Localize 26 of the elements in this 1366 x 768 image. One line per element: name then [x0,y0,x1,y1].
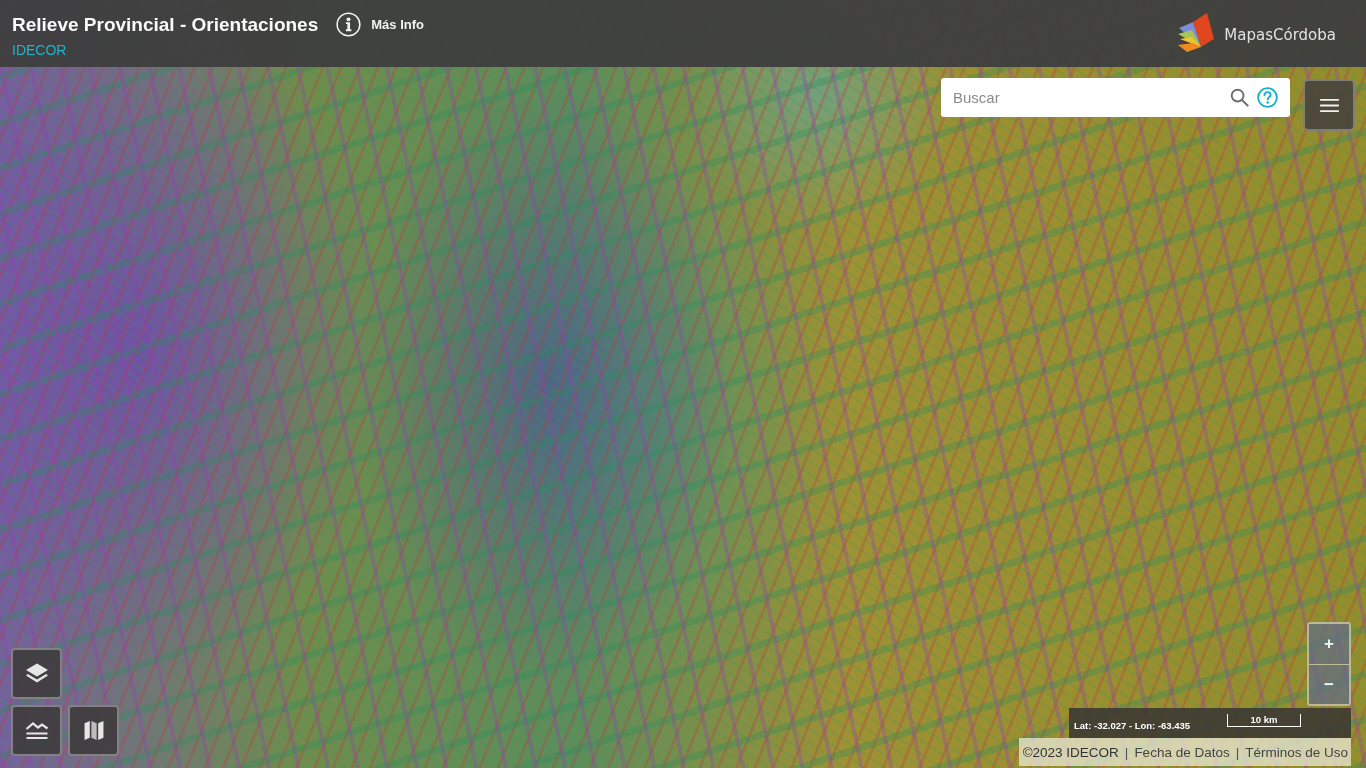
basemap-button[interactable] [68,705,119,756]
menu-button[interactable] [1303,79,1355,131]
app-title: Relieve Provincial - Orientaciones [12,12,319,37]
search-field[interactable]: Buscar [941,78,1290,117]
layers-icon [24,663,49,684]
relief-icon [24,720,49,741]
layers-button[interactable] [11,648,62,699]
attribution-link[interactable]: Fecha de Datos [1134,744,1230,760]
logo-text: MapasCórdoba [1224,26,1336,44]
more-info-button[interactable]: Más Info [336,12,424,37]
relief-button[interactable] [11,705,62,756]
coordinates-text: Lat: -32.027 - Lon: -63.435 [1074,719,1191,731]
info-icon [336,12,362,37]
separator: | [1123,744,1130,760]
help-icon[interactable] [1257,87,1278,108]
search-input[interactable]: Buscar [953,84,1222,111]
zoom-in-button[interactable]: + [1309,624,1349,664]
organization-name: IDECOR [12,41,67,59]
scale-bar: 10 km [1227,713,1301,727]
attribution-link[interactable]: Términos de Uso [1245,744,1348,760]
logo-icon [1176,12,1217,54]
separator: | [1234,744,1241,760]
search-icon[interactable] [1230,88,1249,107]
copyright-text: ©2023 IDECOR [1022,744,1119,760]
zoom-out-button[interactable]: − [1309,664,1349,704]
menu-icon [1319,97,1339,113]
